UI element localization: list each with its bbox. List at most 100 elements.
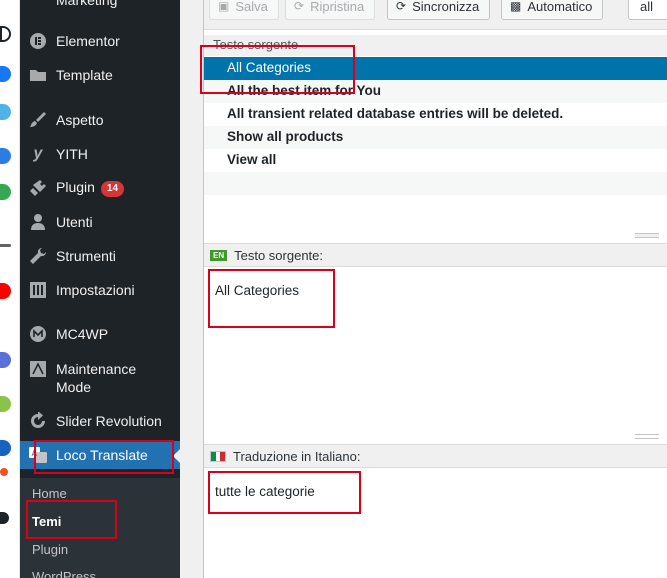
sidebar-item-aspetto[interactable]: Aspetto: [20, 106, 180, 134]
strings-list-header: Testo sorgente: [204, 35, 667, 56]
submenu-item-home[interactable]: Home: [32, 486, 67, 501]
extension-icon[interactable]: [0, 184, 11, 200]
pane-resize-handle[interactable]: [635, 233, 659, 238]
source-column-header: Testo sorgente: [213, 37, 299, 52]
auto-translate-button[interactable]: ▩ Automatico: [501, 0, 604, 20]
source-lang-badge: EN: [210, 249, 228, 261]
translation-text: tutte le categorie: [215, 484, 315, 499]
pane-resize-handle[interactable]: [635, 434, 659, 439]
sidebar-item-marketing[interactable]: Marketing: [20, 0, 180, 14]
sidebar-item-label: Plugin: [56, 179, 95, 196]
string-row-text: All the best item for You: [227, 83, 382, 98]
bell-icon[interactable]: [0, 512, 9, 524]
main-content: ▣ Salva ⟳ Ripristina ⟳ Sincronizza ▩ Aut…: [180, 0, 667, 578]
save-button-label: Salva: [235, 0, 268, 14]
sidebar-item-label: Slider Revolution: [56, 413, 162, 429]
loco-editor: ▣ Salva ⟳ Ripristina ⟳ Sincronizza ▩ Aut…: [203, 0, 667, 578]
folder-icon: [29, 66, 47, 84]
sidebar-item-elementor[interactable]: Elementor: [20, 27, 180, 55]
source-pane-title: Testo sorgente:: [234, 247, 324, 263]
maintenance-icon: [29, 360, 47, 378]
auto-translate-button-label: Automatico: [527, 0, 593, 14]
messenger-icon[interactable]: [0, 66, 11, 82]
empty-row: [204, 172, 667, 195]
extension-icon[interactable]: [0, 26, 11, 42]
mc4wp-icon: [29, 325, 47, 343]
sidebar-item-maintenance-mode[interactable]: Maintenance Mode: [20, 358, 180, 398]
extension-icon[interactable]: [0, 352, 11, 368]
extension-icon-strip: [0, 0, 20, 578]
extension-icon[interactable]: [0, 244, 11, 247]
restore-button[interactable]: ⟳ Ripristina: [285, 0, 376, 20]
sidebar-item-slider-revolution[interactable]: Slider Revolution: [20, 407, 180, 435]
sidebar-item-impostazioni[interactable]: Impostazioni: [20, 276, 180, 304]
filter-select[interactable]: all: [628, 0, 667, 20]
sidebar-item-utenti[interactable]: Utenti: [20, 208, 180, 236]
sidebar-item-label: Utenti: [56, 214, 93, 230]
sidebar-item-label: Strumenti: [56, 248, 116, 264]
extension-icon[interactable]: [0, 104, 11, 120]
italian-flag-icon: [210, 450, 226, 462]
sidebar-item-label: Aspetto: [56, 112, 104, 128]
translation-textarea[interactable]: tutte le categorie: [204, 469, 667, 578]
string-row[interactable]: Show all products: [204, 126, 667, 149]
sidebar-item-plugin[interactable]: Plugin 14: [20, 174, 180, 202]
save-icon: ▣: [218, 0, 230, 13]
translate-icon: A: [29, 446, 47, 464]
update-count-badge: 14: [100, 180, 125, 197]
source-text-area: All Categories: [204, 268, 667, 433]
elementor-icon: [29, 32, 47, 50]
sidebar-item-strumenti[interactable]: Strumenti: [20, 242, 180, 270]
extension-icon[interactable]: [0, 148, 11, 164]
source-text: All Categories: [215, 283, 300, 298]
sidebar-item-label: Elementor: [56, 33, 120, 49]
loco-translate-submenu: Home Temi Plugin WordPress: [20, 478, 180, 578]
filter-select-value: all: [640, 0, 654, 14]
sidebar-item-label-wrap: Plugin 14: [56, 179, 125, 197]
extension-icon[interactable]: [0, 396, 11, 412]
sidebar-item-label: YITH: [56, 146, 88, 162]
sidebar-item-mc4wp[interactable]: MC4WP: [20, 320, 180, 348]
sidebar-item-template[interactable]: Template: [20, 61, 180, 89]
sidebar-item-label: Marketing: [56, 0, 118, 8]
sidebar-item-label: Impostazioni: [56, 282, 135, 298]
yith-icon: y: [33, 145, 43, 162]
string-row-text: Show all products: [227, 129, 344, 144]
sidebar-item-label: Template: [56, 67, 113, 83]
submenu-item-plugin[interactable]: Plugin: [32, 542, 68, 557]
translation-pane-title: Traduzione in Italiano:: [233, 448, 361, 464]
string-row-text: View all: [227, 152, 277, 167]
robot-icon: ▩: [510, 0, 522, 13]
editor-toolbar: ▣ Salva ⟳ Ripristina ⟳ Sincronizza ▩ Aut…: [204, 0, 667, 30]
save-button[interactable]: ▣ Salva: [209, 0, 279, 20]
undo-icon: ⟳: [294, 0, 305, 13]
string-row[interactable]: All transient related database entries w…: [204, 103, 667, 126]
refresh-icon: [29, 412, 47, 430]
submenu-item-temi[interactable]: Temi: [32, 514, 61, 529]
admin-sidebar: Marketing Elementor Template Aspetto y Y…: [20, 0, 180, 578]
restore-button-label: Ripristina: [310, 0, 365, 14]
extension-icon[interactable]: [0, 440, 11, 456]
sidebar-item-label: Maintenance Mode: [56, 361, 137, 395]
string-row-text: All Categories: [227, 60, 312, 75]
sync-button[interactable]: ⟳ Sincronizza: [387, 0, 491, 20]
submenu-item-wordpress[interactable]: WordPress: [32, 569, 96, 578]
sidebar-item-label: Loco Translate: [56, 447, 148, 463]
sync-button-label: Sincronizza: [412, 0, 480, 14]
string-row[interactable]: View all: [204, 149, 667, 172]
wrench-icon: [29, 247, 47, 265]
plugin-icon: [29, 179, 47, 197]
string-row[interactable]: All Categories: [204, 57, 667, 80]
user-icon: [29, 213, 47, 231]
youtube-icon[interactable]: [0, 283, 11, 299]
sidebar-item-loco-translate[interactable]: A Loco Translate: [20, 441, 180, 469]
svg-text:A: A: [32, 449, 38, 458]
source-pane-header: EN Testo sorgente:: [204, 243, 667, 267]
empty-row: [204, 195, 667, 218]
current-menu-arrow: [173, 449, 180, 463]
string-row-text: All transient related database entries w…: [227, 106, 564, 121]
string-row[interactable]: All the best item for You: [204, 80, 667, 103]
strings-list: All Categories All the best item for You…: [204, 57, 667, 218]
extension-icon[interactable]: [0, 468, 8, 476]
sidebar-item-yith[interactable]: y YITH: [20, 140, 180, 168]
